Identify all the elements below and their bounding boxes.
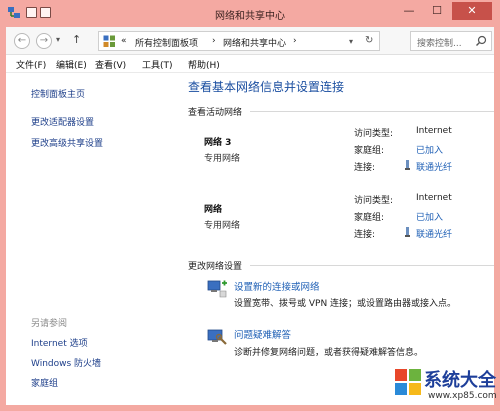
refresh-button[interactable]: ↻ — [365, 35, 373, 46]
page-title: 查看基本网络信息并设置连接 — [188, 80, 345, 94]
homegroup-joined-link[interactable]: 已加入 — [416, 210, 443, 223]
connection-link[interactable]: 联通光纤 — [416, 227, 452, 240]
troubleshoot-link[interactable]: 问题疑难解答 — [234, 327, 291, 341]
search-icon[interactable] — [475, 35, 487, 47]
main-panel: 查看基本网络信息并设置连接 查看活动网络 网络 3 专用网络 访问类型: Int… — [188, 73, 494, 405]
address-dropdown-icon[interactable]: ▾ — [349, 37, 353, 46]
back-button[interactable]: ← — [14, 33, 30, 49]
menu-view[interactable]: 查看(V) — [95, 58, 126, 71]
section-divider — [250, 265, 494, 266]
homegroup-joined-link[interactable]: 已加入 — [416, 143, 443, 156]
wifi-signal-icon — [405, 227, 410, 237]
watermark-text: 系统大全 — [424, 370, 496, 391]
control-panel-icon — [103, 35, 115, 47]
access-type-value: Internet — [416, 193, 452, 203]
breadcrumb-network-sharing-center[interactable]: 网络和共享中心 — [223, 36, 286, 49]
navigation-bar: ← → ▾ ↑ « 所有控制面板项 › 网络和共享中心 › ▾ ↻ 搜索控制..… — [6, 27, 494, 55]
menu-tools[interactable]: 工具(T) — [142, 58, 173, 71]
sidebar-item-advanced-sharing[interactable]: 更改高级共享设置 — [31, 136, 103, 149]
close-button[interactable]: ✕ — [452, 2, 492, 20]
connection-label: 连接: — [354, 230, 376, 240]
menu-help[interactable]: 帮助(H) — [188, 58, 220, 71]
connection-link[interactable]: 联通光纤 — [416, 160, 452, 173]
search-placeholder: 搜索控制... — [417, 39, 462, 49]
wifi-signal-icon — [405, 160, 410, 170]
access-type-label: 访问类型: — [354, 129, 394, 139]
minimize-button[interactable]: — — [396, 2, 422, 20]
access-type-label: 访问类型: — [354, 196, 394, 206]
sidebar-item-windows-firewall[interactable]: Windows 防火墙 — [31, 356, 101, 369]
sidebar-item-change-adapter-settings[interactable]: 更改适配器设置 — [31, 115, 94, 128]
troubleshoot-desc: 诊断并修复网络问题，或者获得疑难解答信息。 — [234, 348, 424, 358]
network-name: 网络 — [204, 205, 223, 215]
watermark-url: www.xp85.com — [428, 391, 497, 401]
watermark: 系统大全 www.xp85.com — [394, 366, 500, 411]
sidebar-item-homegroup[interactable]: 家庭组 — [31, 376, 58, 389]
recent-pages-dropdown[interactable]: ▾ — [56, 35, 60, 44]
up-button[interactable]: ↑ — [72, 33, 81, 46]
breadcrumb-all-control-panel-items[interactable]: 所有控制面板项 — [135, 36, 198, 49]
connection-label: 连接: — [354, 163, 376, 173]
search-box[interactable]: 搜索控制... — [410, 31, 492, 51]
see-also-heading: 另请参阅 — [31, 319, 68, 329]
title-bar: 网络和共享中心 — ☐ ✕ — [0, 0, 500, 27]
menu-bar: 文件(F) 编辑(E) 查看(V) 工具(T) 帮助(H) — [6, 55, 494, 73]
network-type: 专用网络 — [204, 154, 241, 164]
setup-new-connection-link[interactable]: 设置新的连接或网络 — [234, 279, 320, 293]
breadcrumb-overflow[interactable]: « — [121, 36, 127, 46]
sidebar-item-control-panel-home[interactable]: 控制面板主页 — [31, 87, 85, 100]
homegroup-label: 家庭组: — [354, 213, 385, 223]
network-type: 专用网络 — [204, 221, 241, 231]
section-divider — [250, 111, 494, 112]
maximize-button[interactable]: ☐ — [424, 2, 450, 20]
troubleshoot-icon — [207, 329, 227, 345]
active-networks-heading: 查看活动网络 — [188, 108, 243, 118]
homegroup-label: 家庭组: — [354, 146, 385, 156]
sidebar: 控制面板主页 更改适配器设置 更改高级共享设置 另请参阅 Internet 选项… — [6, 73, 178, 405]
window: 网络和共享中心 — ☐ ✕ ← → ▾ ↑ « 所有控制面板项 › 网络和共享中… — [0, 0, 500, 411]
menu-file[interactable]: 文件(F) — [16, 58, 46, 71]
content-area: 控制面板主页 更改适配器设置 更改高级共享设置 另请参阅 Internet 选项… — [6, 73, 494, 405]
forward-button[interactable]: → — [36, 33, 52, 49]
menu-edit[interactable]: 编辑(E) — [56, 58, 87, 71]
breadcrumb-separator[interactable]: › — [212, 36, 216, 46]
address-bar[interactable]: « 所有控制面板项 › 网络和共享中心 › ▾ ↻ — [98, 31, 380, 51]
sidebar-item-internet-options[interactable]: Internet 选项 — [31, 336, 88, 349]
new-connection-icon — [207, 280, 227, 298]
change-settings-heading: 更改网络设置 — [188, 262, 243, 272]
access-type-value: Internet — [416, 126, 452, 136]
breadcrumb-separator[interactable]: › — [293, 36, 297, 46]
setup-new-connection-desc: 设置宽带、拨号或 VPN 连接；或设置路由器或接入点。 — [234, 299, 457, 309]
windows-logo-icon — [395, 369, 421, 395]
network-name: 网络 3 — [204, 138, 232, 148]
